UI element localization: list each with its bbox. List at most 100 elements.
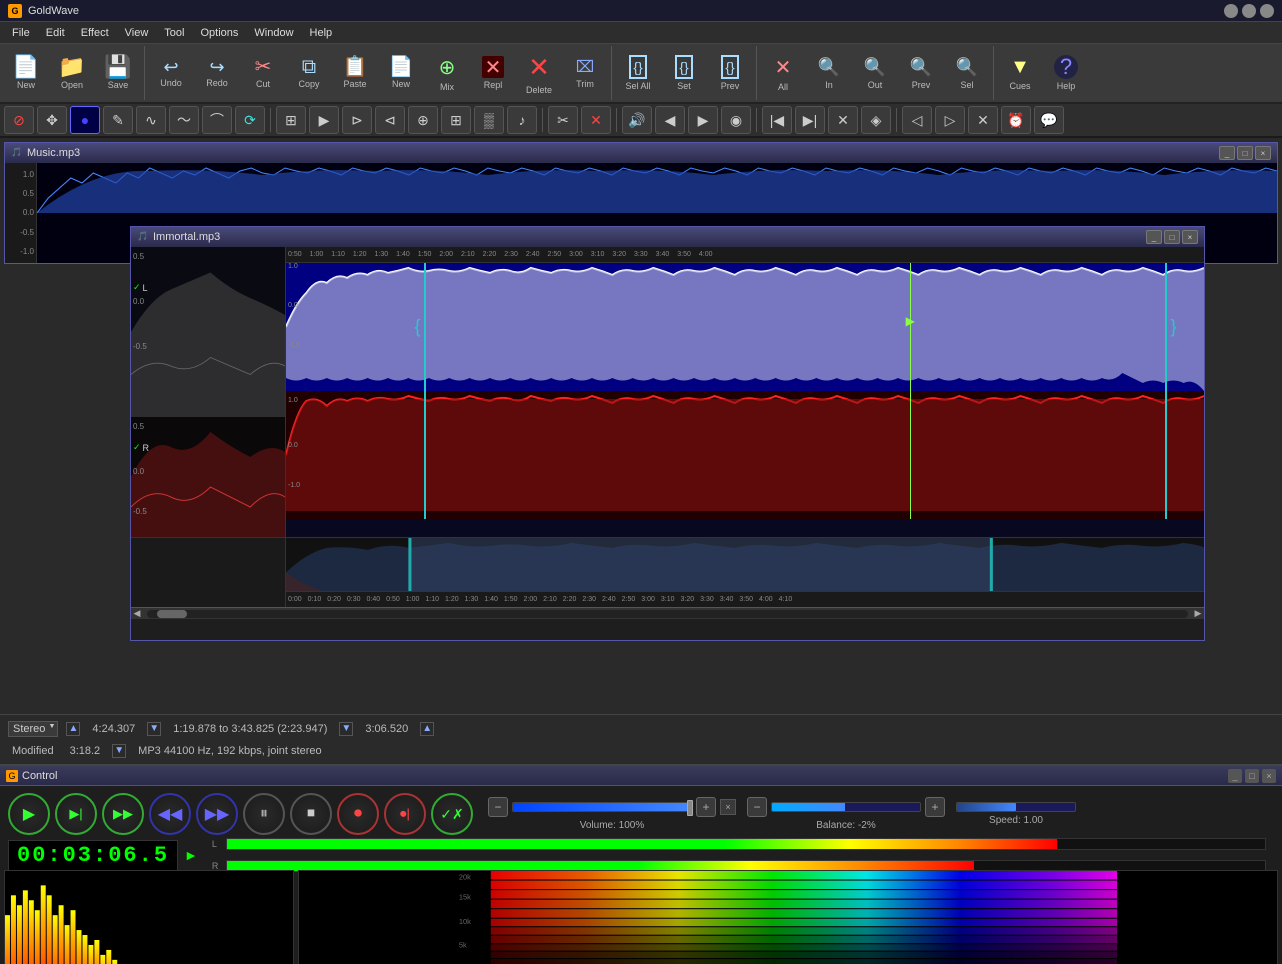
- tool-stop-button[interactable]: ⊘: [4, 106, 34, 134]
- immortal-maximize[interactable]: □: [1164, 230, 1180, 244]
- tool-cue3-button[interactable]: ✕: [968, 106, 998, 134]
- tool-noise-button[interactable]: ∿: [136, 106, 166, 134]
- sel-expand[interactable]: ▼: [339, 722, 353, 736]
- scroll-thumb[interactable]: [157, 610, 187, 618]
- music-win-close[interactable]: ×: [1255, 146, 1271, 160]
- tool-mark2-button[interactable]: ▶|: [795, 106, 825, 134]
- tool-loop-button[interactable]: ⟳: [235, 106, 265, 134]
- undo-button[interactable]: ↩ Undo: [149, 47, 193, 99]
- tool-cross-button[interactable]: ✕: [828, 106, 858, 134]
- redo-button[interactable]: ↪ Redo: [195, 47, 239, 99]
- tool-pencil-button[interactable]: ✎: [103, 106, 133, 134]
- volume-slider[interactable]: [512, 802, 692, 812]
- speed-slider[interactable]: [956, 802, 1076, 812]
- menu-edit[interactable]: Edit: [38, 25, 73, 41]
- record-button[interactable]: ⏺: [337, 793, 379, 835]
- tool-select-button[interactable]: ●: [70, 106, 100, 134]
- menu-effect[interactable]: Effect: [73, 25, 117, 41]
- rate-expand[interactable]: ▼: [112, 744, 126, 758]
- tool-mono-button[interactable]: ◉: [721, 106, 751, 134]
- replace-button[interactable]: ✕ Repl: [471, 47, 515, 99]
- music-win-maximize[interactable]: □: [1237, 146, 1253, 160]
- save-button[interactable]: 💾 Save: [96, 47, 140, 99]
- tool-cue1-button[interactable]: ◁: [902, 106, 932, 134]
- menu-tool[interactable]: Tool: [156, 25, 192, 41]
- zoom-in-button[interactable]: 🔍 In: [807, 47, 851, 99]
- forward-button[interactable]: ▶▶: [196, 793, 238, 835]
- control-close[interactable]: ×: [1262, 769, 1276, 783]
- tool-spectrum-button[interactable]: ▒: [474, 106, 504, 134]
- pos-expand[interactable]: ▲: [420, 722, 434, 736]
- menu-options[interactable]: Options: [192, 25, 246, 41]
- help-button[interactable]: ? Help: [1044, 47, 1088, 99]
- tool-smooth-button[interactable]: 〜: [169, 106, 199, 134]
- delete-button[interactable]: ✕ Delete: [517, 47, 561, 99]
- duration-expand[interactable]: ▼: [147, 722, 161, 736]
- scroll-track[interactable]: [147, 610, 1188, 618]
- volume-minus-button[interactable]: −: [488, 797, 508, 817]
- open-button[interactable]: 📁 Open: [50, 47, 94, 99]
- tool-grid-button[interactable]: ⊞: [441, 106, 471, 134]
- volume-x-button[interactable]: ×: [720, 799, 736, 815]
- immortal-close[interactable]: ×: [1182, 230, 1198, 244]
- tool-curve-button[interactable]: ⌒: [202, 106, 232, 134]
- menu-window[interactable]: Window: [246, 25, 301, 41]
- tool-clock-button[interactable]: ⏰: [1001, 106, 1031, 134]
- titlebar-min-button[interactable]: [1224, 4, 1238, 18]
- prev-button[interactable]: {} Prev: [708, 47, 752, 99]
- volume-handle[interactable]: [687, 800, 693, 816]
- mix-button[interactable]: ⊕ Mix: [425, 47, 469, 99]
- channel-expand[interactable]: ▲: [66, 722, 80, 736]
- tool-start-button[interactable]: ⊳: [342, 106, 372, 134]
- tool-mark1-button[interactable]: |◀: [762, 106, 792, 134]
- play-to-button[interactable]: ▶▶: [102, 793, 144, 835]
- set-button[interactable]: {} Set: [662, 47, 706, 99]
- menu-view[interactable]: View: [117, 25, 157, 41]
- zoom-prev-button[interactable]: 🔍 Prev: [899, 47, 943, 99]
- tool-move-button[interactable]: ✥: [37, 106, 67, 134]
- tool-delete2-button[interactable]: ✕: [581, 106, 611, 134]
- record-sel-button[interactable]: ⏺|: [384, 793, 426, 835]
- rewind-button[interactable]: ◀◀: [149, 793, 191, 835]
- tool-bubble-button[interactable]: 💬: [1034, 106, 1064, 134]
- play-button[interactable]: ▶: [8, 793, 50, 835]
- tool-volume-button[interactable]: 🔊: [622, 106, 652, 134]
- menu-help[interactable]: Help: [302, 25, 341, 41]
- tool-cut2-button[interactable]: ✂: [548, 106, 578, 134]
- new2-button[interactable]: 📄 New: [379, 47, 423, 99]
- music-win-minimize[interactable]: _: [1219, 146, 1235, 160]
- copy-button[interactable]: ⧉ Copy: [287, 47, 331, 99]
- zoom-sel-button[interactable]: 🔍 Sel: [945, 47, 989, 99]
- cues-button[interactable]: ▼ Cues: [998, 47, 1042, 99]
- tool-cue2-button[interactable]: ▷: [935, 106, 965, 134]
- select-all-button[interactable]: ✕ All: [761, 47, 805, 99]
- zoom-out-button[interactable]: 🔍 Out: [853, 47, 897, 99]
- tool-note-button[interactable]: ♪: [507, 106, 537, 134]
- tool-rch-button[interactable]: ▶: [688, 106, 718, 134]
- scroll-right-button[interactable]: ▶: [1192, 608, 1204, 620]
- cut-button[interactable]: ✂ Cut: [241, 47, 285, 99]
- scroll-left-button[interactable]: ◀: [131, 608, 143, 620]
- play-sel-button[interactable]: ▶|: [55, 793, 97, 835]
- immortal-minimize[interactable]: _: [1146, 230, 1162, 244]
- tool-lch-button[interactable]: ◀: [655, 106, 685, 134]
- balance-slider[interactable]: [771, 802, 921, 812]
- sel-all-button[interactable]: {} Sel All: [616, 47, 660, 99]
- pause-button[interactable]: ⏸: [243, 793, 285, 835]
- titlebar-max-button[interactable]: [1242, 4, 1256, 18]
- titlebar-close-button[interactable]: [1260, 4, 1274, 18]
- new-button[interactable]: 📄 New: [4, 47, 48, 99]
- tool-goto-button[interactable]: ◈: [861, 106, 891, 134]
- tool-zoom-full-button[interactable]: ⊞: [276, 106, 306, 134]
- control-maximize[interactable]: □: [1245, 769, 1259, 783]
- control-minimize[interactable]: _: [1228, 769, 1242, 783]
- paste-button[interactable]: 📋 Paste: [333, 47, 377, 99]
- tool-center-button[interactable]: ⊕: [408, 106, 438, 134]
- channel-dropdown[interactable]: Stereo: [8, 721, 58, 737]
- balance-plus-button[interactable]: +: [925, 797, 945, 817]
- balance-minus-button[interactable]: −: [747, 797, 767, 817]
- tool-end-button[interactable]: ⊲: [375, 106, 405, 134]
- tool-channel-button[interactable]: ▶: [309, 106, 339, 134]
- stop-button[interactable]: ⏹: [290, 793, 332, 835]
- menu-file[interactable]: File: [4, 25, 38, 41]
